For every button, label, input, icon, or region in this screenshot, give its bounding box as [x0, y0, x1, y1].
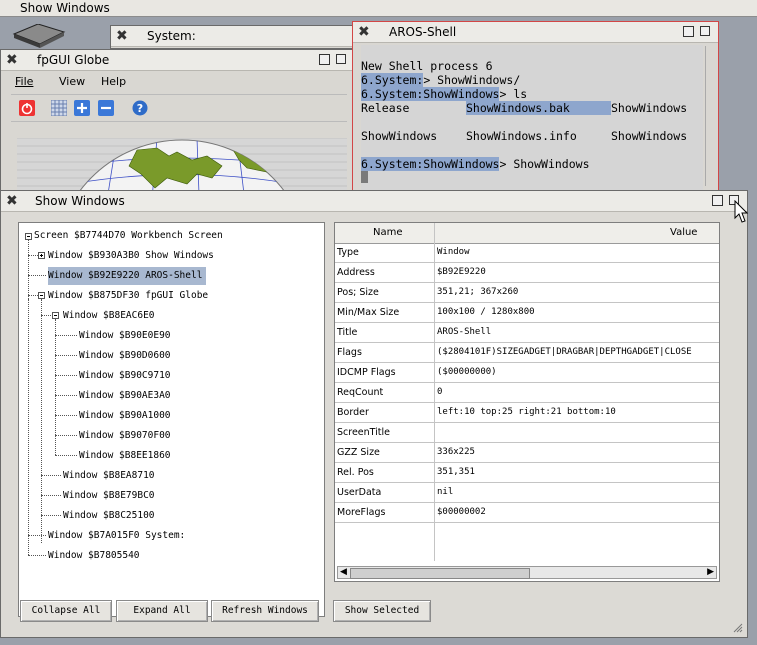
system-window[interactable]: ✖ System: — [110, 25, 360, 49]
shell-line: New Shell process 6 — [361, 59, 493, 73]
system-window-titlebar[interactable]: ✖ System: — [111, 26, 359, 47]
expand-all-button[interactable]: Expand All — [116, 600, 208, 622]
menu-file[interactable]: File — [15, 75, 33, 88]
globe-window[interactable]: ✖ fpGUI Globe File View Help ? — [0, 49, 355, 199]
tree-item[interactable]: Window $B9070F00 — [79, 427, 171, 445]
property-row[interactable]: GZZ Size 336x225 — [335, 443, 719, 463]
power-icon[interactable] — [19, 100, 35, 116]
globe-window-titlebar[interactable]: ✖ fpGUI Globe — [1, 50, 354, 71]
resize-grip-icon[interactable] — [733, 623, 743, 633]
shell-titlebar[interactable]: ✖ AROS-Shell — [353, 22, 718, 43]
screen-title-bar: Show Windows — [0, 0, 757, 17]
showwin-titlebar[interactable]: ✖ Show Windows — [1, 191, 747, 212]
screen-title: Show Windows — [20, 1, 110, 15]
show-selected-button[interactable]: Show Selected — [333, 600, 431, 622]
property-row[interactable]: Border left:10 top:25 right:21 bottom:10 — [335, 403, 719, 423]
grid-icon[interactable] — [51, 100, 67, 116]
tree-item[interactable]: Window $B90D0600 — [79, 347, 171, 365]
shell-line: 6.System:> ShowWindows/ — [361, 73, 521, 87]
zoom-out-icon[interactable] — [98, 100, 114, 116]
column-header-name[interactable]: Name — [373, 227, 403, 238]
zoom-icon[interactable] — [319, 54, 330, 65]
refresh-windows-button[interactable]: Refresh Windows — [211, 600, 319, 622]
collapse-all-button[interactable]: Collapse All — [20, 600, 112, 622]
shell-output: ShowWindows ShowWindows.info ShowWindows — [361, 129, 688, 143]
property-row[interactable]: UserData nil — [335, 483, 719, 503]
shell-output: Release ShowWindows.bak ShowWindows — [361, 101, 688, 115]
zoom-icon[interactable] — [683, 26, 694, 37]
property-row[interactable]: ReqCount 0 — [335, 383, 719, 403]
depth-icon[interactable] — [700, 26, 710, 36]
tree-item[interactable]: Window $B90C9710 — [79, 367, 171, 385]
property-row[interactable]: Type Window — [335, 243, 719, 263]
shell-scrollbar[interactable] — [705, 46, 714, 186]
grid-horizontal-scrollbar[interactable]: ◀ ▶ — [337, 566, 717, 579]
property-row[interactable]: Flags ($2804101F)SIZEGADGET|DRAGBAR|DEPTH… — [335, 343, 719, 363]
tree-item[interactable]: Window $B90A1000 — [79, 407, 171, 425]
property-row[interactable]: Pos; Size 351,21; 367x260 — [335, 283, 719, 303]
shell-terminal[interactable]: New Shell process 6 6.System:> ShowWindow… — [361, 45, 703, 191]
shell-prompt: 6.System: — [361, 73, 424, 87]
shell-line: 6.System:ShowWindows> ShowWindows — [361, 157, 590, 171]
mouse-pointer-icon — [734, 200, 748, 223]
shell-prompt: 6.System:ShowWindows — [361, 157, 500, 171]
grid-header: Name Value — [335, 223, 719, 244]
tree-item-screen[interactable]: Screen $B7744D70 Workbench Screen — [34, 227, 223, 245]
scroll-left-icon[interactable]: ◀ — [340, 567, 347, 577]
showwin-title: Show Windows — [35, 194, 125, 208]
scroll-thumb[interactable] — [350, 568, 530, 579]
collapse-toggle-icon[interactable] — [52, 312, 59, 319]
tree-item[interactable]: Window $B875DF30 fpGUI Globe — [48, 287, 208, 305]
property-row[interactable]: Address $B92E9220 — [335, 263, 719, 283]
aros-shell-window[interactable]: ✖ AROS-Shell New Shell process 6 6.System… — [352, 21, 719, 191]
tree-item[interactable]: Window $B8EAC6E0 — [63, 307, 155, 325]
tree-item[interactable]: Window $B8E79BC0 — [63, 487, 155, 505]
globe-window-title: fpGUI Globe — [37, 53, 110, 67]
property-row[interactable]: IDCMP Flags ($00000000) — [335, 363, 719, 383]
close-icon[interactable]: ✖ — [116, 28, 128, 44]
shell-title: AROS-Shell — [389, 25, 457, 39]
disk-drive-icon[interactable] — [8, 24, 66, 48]
show-windows-window[interactable]: ✖ Show Windows Screen $B7744D70 Workbenc… — [0, 190, 748, 638]
system-window-title: System: — [147, 29, 196, 43]
property-row[interactable]: MoreFlags $00000002 — [335, 503, 719, 523]
close-icon[interactable]: ✖ — [6, 52, 18, 68]
property-row[interactable]: Rel. Pos 351,351 — [335, 463, 719, 483]
tree-item[interactable]: Window $B8C25100 — [63, 507, 155, 525]
menu-help[interactable]: Help — [101, 75, 126, 88]
expand-toggle-icon[interactable] — [38, 252, 45, 259]
depth-icon[interactable] — [336, 54, 346, 64]
tree-item[interactable]: Window $B930A3B0 Show Windows — [48, 247, 214, 265]
menu-view[interactable]: View — [59, 75, 85, 88]
help-icon[interactable]: ? — [132, 100, 148, 116]
scroll-right-icon[interactable]: ▶ — [707, 567, 714, 577]
globe-toolbar: ? — [11, 94, 347, 122]
svg-text:?: ? — [137, 102, 143, 115]
tree-item[interactable]: Window $B8EE1860 — [79, 447, 171, 465]
tree-item[interactable]: Window $B90E0E90 — [79, 327, 171, 345]
globe-view[interactable] — [17, 138, 347, 198]
zoom-in-icon[interactable] — [74, 100, 90, 116]
close-icon[interactable]: ✖ — [6, 193, 18, 209]
window-tree[interactable]: Screen $B7744D70 Workbench Screen Window… — [18, 222, 325, 617]
tree-item-selected[interactable]: Window $B92E9220 AROS-Shell — [48, 267, 207, 285]
tree-item[interactable]: Window $B90AE3A0 — [79, 387, 171, 405]
collapse-toggle-icon[interactable] — [25, 233, 32, 240]
shell-line: 6.System:ShowWindows> ls — [361, 87, 528, 101]
properties-grid[interactable]: Name Value Type Window Address $B92E9220 P… — [334, 222, 720, 582]
close-icon[interactable]: ✖ — [358, 24, 370, 40]
property-row[interactable]: ScreenTitle — [335, 423, 719, 443]
property-row[interactable]: Title AROS-Shell — [335, 323, 719, 343]
cursor-block — [361, 171, 368, 183]
zoom-icon[interactable] — [712, 195, 723, 206]
shell-prompt: 6.System:ShowWindows — [361, 87, 500, 101]
collapse-toggle-icon[interactable] — [38, 292, 45, 299]
globe-menu-bar: File View Help — [1, 72, 354, 90]
property-row[interactable]: Min/Max Size 100x100 / 1280x800 — [335, 303, 719, 323]
tree-item[interactable]: Window $B8EA8710 — [63, 467, 155, 485]
tree-item[interactable]: Window $B7A015F0 System: — [48, 527, 185, 545]
column-header-value[interactable]: Value — [670, 227, 697, 238]
tree-item[interactable]: Window $B7805540 — [48, 547, 140, 565]
